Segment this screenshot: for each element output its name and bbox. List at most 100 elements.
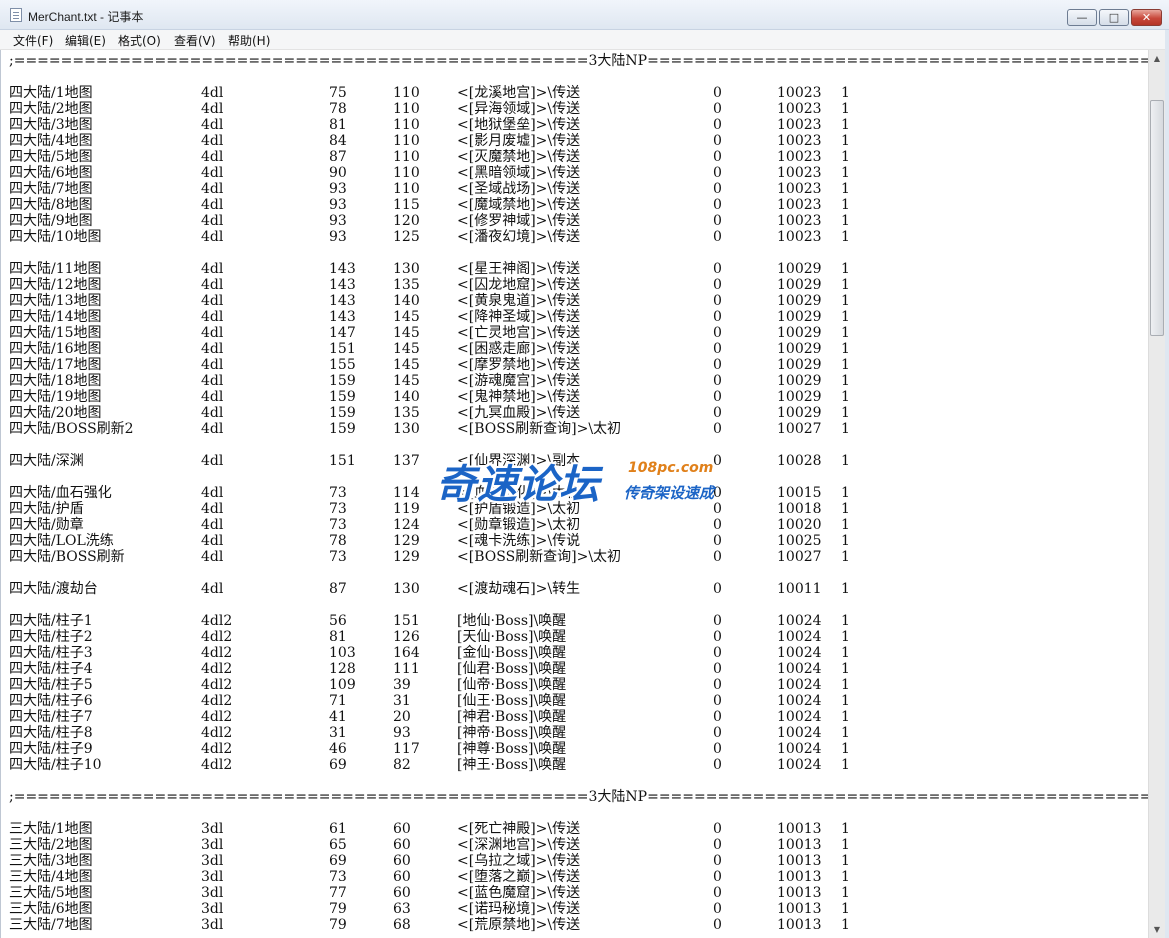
scroll-up-icon[interactable]: ▲ xyxy=(1149,50,1165,67)
cell-flag: 0 xyxy=(713,85,722,101)
cell-count: 1 xyxy=(841,837,850,853)
cell-coord-y: 129 xyxy=(393,549,420,565)
maximize-button[interactable]: □ xyxy=(1099,9,1129,26)
cell-map-code: 4dl xyxy=(201,309,224,325)
cell-coord-x: 65 xyxy=(329,837,347,853)
text-line: 四大陆/17地图 4dl 155 145 <[摩罗禁地]>\传送 0 10029 1 xyxy=(9,357,1139,373)
cell-flag: 0 xyxy=(713,117,722,133)
cell-npc-label: <[鬼神禁地]>\传送 xyxy=(457,389,581,405)
cell-coord-x: 56 xyxy=(329,613,347,629)
cell-map-name: 四大陆/柱子9 xyxy=(9,741,93,757)
text-line: 四大陆/7地图 4dl 93 110 <[圣域战场]>\传送 0 10023 1 xyxy=(9,181,1139,197)
menu-edit[interactable]: 编辑(E) xyxy=(65,32,106,49)
window-border xyxy=(1165,30,1169,938)
cell-script-id: 10015 xyxy=(777,485,822,501)
cell-coord-x: 93 xyxy=(329,197,347,213)
cell-npc-label: [仙君·Boss]\唤醒 xyxy=(457,661,567,677)
cell-coord-y: 60 xyxy=(393,885,411,901)
cell-coord-y: 60 xyxy=(393,853,411,869)
cell-coord-x: 31 xyxy=(329,725,347,741)
cell-map-name: 四大陆/2地图 xyxy=(9,101,93,117)
cell-map-name: 四大陆/16地图 xyxy=(9,341,102,357)
cell-script-id: 10013 xyxy=(777,885,822,901)
notepad-icon xyxy=(10,8,22,22)
title-bar[interactable]: MerChant.txt - 记事本 — □ ✕ xyxy=(0,0,1169,30)
vertical-scrollbar[interactable]: ▲ ▼ xyxy=(1148,50,1165,938)
cell-map-name: 三大陆/7地图 xyxy=(9,917,93,933)
scroll-down-icon[interactable]: ▼ xyxy=(1149,921,1165,938)
cell-coord-y: 117 xyxy=(393,741,420,757)
text-line: 四大陆/2地图 4dl 78 110 <[异海领域]>\传送 0 10023 1 xyxy=(9,101,1139,117)
cell-coord-x: 93 xyxy=(329,213,347,229)
cell-script-id: 10023 xyxy=(777,165,822,181)
cell-script-id: 10023 xyxy=(777,213,822,229)
text-line: 四大陆/15地图 4dl 147 145 <[亡灵地宫]>\传送 0 10029 1 xyxy=(9,325,1139,341)
cell-map-code: 4dl2 xyxy=(201,693,233,709)
cell-script-id: 10029 xyxy=(777,277,822,293)
cell-coord-y: 140 xyxy=(393,293,420,309)
text-line: 四大陆/勋章 4dl 73 124 <[勋章锻造]>\太初 0 10020 1 xyxy=(9,517,1139,533)
cell-flag: 0 xyxy=(713,677,722,693)
cell-map-name: 四大陆/14地图 xyxy=(9,309,102,325)
cell-npc-label: <[困惑走廊]>\传送 xyxy=(457,341,581,357)
cell-flag: 0 xyxy=(713,517,722,533)
cell-script-id: 10018 xyxy=(777,501,822,517)
cell-map-name: 四大陆/18地图 xyxy=(9,373,102,389)
cell-script-id: 10023 xyxy=(777,133,822,149)
cell-script-id: 10023 xyxy=(777,101,822,117)
cell-flag: 0 xyxy=(713,901,722,917)
menu-view[interactable]: 查看(V) xyxy=(174,32,216,49)
cell-map-code: 4dl xyxy=(201,293,224,309)
cell-script-id: 10023 xyxy=(777,149,822,165)
cell-coord-y: 60 xyxy=(393,869,411,885)
cell-coord-x: 75 xyxy=(329,85,347,101)
cell-script-id: 10024 xyxy=(777,629,822,645)
cell-map-name: 四大陆/19地图 xyxy=(9,389,102,405)
cell-npc-label: <[降神圣域]>\传送 xyxy=(457,309,581,325)
cell-count: 1 xyxy=(841,693,850,709)
menu-format[interactable]: 格式(O) xyxy=(118,32,161,49)
cell-script-id: 10027 xyxy=(777,421,822,437)
cell-count: 1 xyxy=(841,741,850,757)
cell-coord-y: 68 xyxy=(393,917,411,933)
cell-count: 1 xyxy=(841,165,850,181)
cell-map-name: 四大陆/13地图 xyxy=(9,293,102,309)
cell-coord-x: 69 xyxy=(329,757,347,773)
cell-coord-y: 114 xyxy=(393,485,420,501)
cell-coord-x: 73 xyxy=(329,549,347,565)
cell-script-id: 10029 xyxy=(777,357,822,373)
cell-map-code: 4dl2 xyxy=(201,757,233,773)
minimize-button[interactable]: — xyxy=(1067,9,1097,26)
text-line: 四大陆/19地图 4dl 159 140 <[鬼神禁地]>\传送 0 10029 1 xyxy=(9,389,1139,405)
cell-map-name: 四大陆/6地图 xyxy=(9,165,93,181)
cell-map-name: 四大陆/BOSS刷新2 xyxy=(9,421,134,437)
cell-map-code: 4dl xyxy=(201,421,224,437)
text-line: 四大陆/16地图 4dl 151 145 <[困惑走廊]>\传送 0 10029 1 xyxy=(9,341,1139,357)
cell-npc-label: <[堕落之巅]>\传送 xyxy=(457,869,581,885)
text-line: 四大陆/柱子1 4dl2 56 151 [地仙·Boss]\唤醒 0 10024 1 xyxy=(9,613,1139,629)
menu-help[interactable]: 帮助(H) xyxy=(228,32,270,49)
cell-coord-x: 61 xyxy=(329,821,347,837)
cell-flag: 0 xyxy=(713,277,722,293)
cell-npc-label: <[勋章锻造]>\太初 xyxy=(457,517,581,533)
cell-map-code: 4dl xyxy=(201,325,224,341)
cell-flag: 0 xyxy=(713,741,722,757)
cell-npc-label: <[BOSS刷新查询]>\太初 xyxy=(457,549,622,565)
cell-count: 1 xyxy=(841,613,850,629)
cell-coord-y: 145 xyxy=(393,309,420,325)
cell-script-id: 10029 xyxy=(777,405,822,421)
cell-map-code: 4dl xyxy=(201,517,224,533)
cell-coord-x: 73 xyxy=(329,501,347,517)
cell-map-code: 4dl xyxy=(201,405,224,421)
cell-coord-y: 135 xyxy=(393,277,420,293)
cell-npc-label: <[异海领域]>\传送 xyxy=(457,101,581,117)
cell-map-code: 4dl2 xyxy=(201,613,233,629)
cell-coord-y: 130 xyxy=(393,581,420,597)
scroll-thumb[interactable] xyxy=(1150,100,1164,336)
cell-flag: 0 xyxy=(713,293,722,309)
cell-flag: 0 xyxy=(713,133,722,149)
menu-file[interactable]: 文件(F) xyxy=(13,32,53,49)
cell-map-name: 四大陆/11地图 xyxy=(9,261,102,277)
close-button[interactable]: ✕ xyxy=(1131,9,1162,26)
